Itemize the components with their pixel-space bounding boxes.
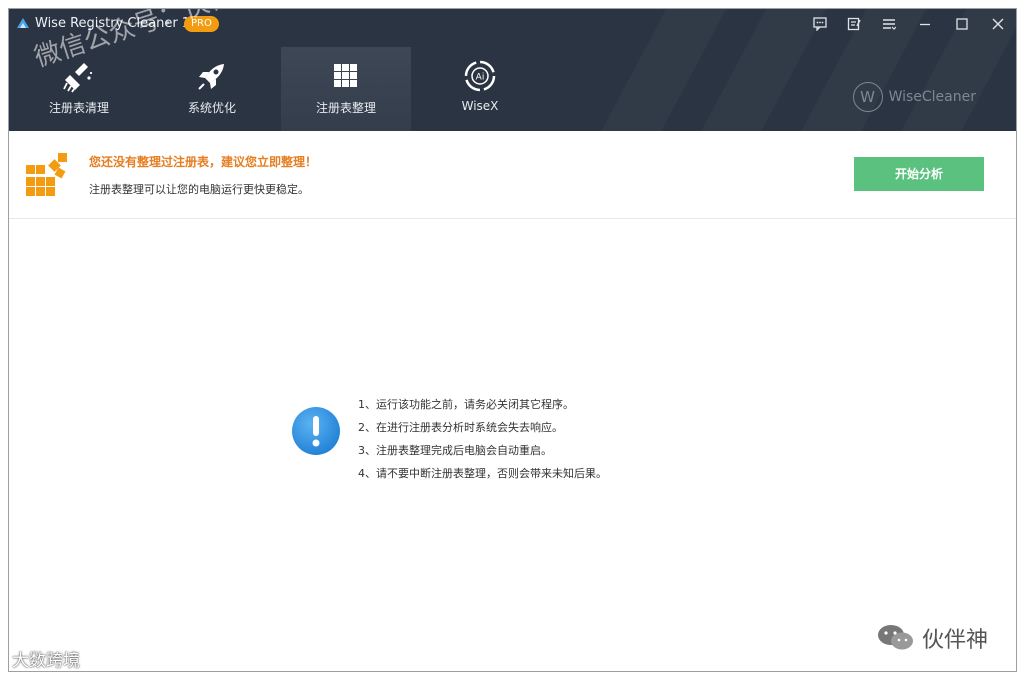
- nav-label-registry-cleaner: 注册表清理: [48, 101, 109, 115]
- nav-label-system-tuneup: 系统优化: [187, 101, 236, 115]
- notes-icon[interactable]: [843, 13, 865, 35]
- info-exclamation-icon: [292, 407, 340, 455]
- app-header: Wise Registry Cleaner 11 PRO 注册表清理 系统优化 …: [9, 9, 1016, 131]
- wisecleaner-logo-icon: W: [852, 82, 883, 112]
- defrag-banner: 您还没有整理过注册表，建议您立即整理！ 注册表整理可以让您的电脑运行更快更稳定。…: [9, 131, 1016, 219]
- ai-icon: Ai: [464, 60, 496, 92]
- minimize-icon[interactable]: [914, 13, 936, 35]
- nav-label-wisex: WiseX: [461, 99, 499, 113]
- nav-item-system-tuneup[interactable]: 系统优化: [147, 47, 277, 131]
- nav-label-registry-defrag: 注册表整理: [315, 101, 376, 115]
- nav-item-registry-defrag[interactable]: 注册表整理: [281, 47, 411, 131]
- app-logo-icon: [17, 18, 29, 28]
- notice-item: 4、请不要中断注册表整理，否则会带来未知后果。: [358, 467, 607, 480]
- feedback-icon[interactable]: [809, 13, 831, 35]
- maximize-icon[interactable]: [951, 13, 973, 35]
- wechat-icon: [878, 625, 913, 650]
- banner-subtitle: 注册表整理可以让您的电脑运行更快更稳定。: [89, 183, 309, 196]
- brand-label: WiseCleaner: [888, 89, 976, 105]
- notice-list: 1、运行该功能之前，请务必关闭其它程序。 2、在进行注册表分析时系统会失去响应。…: [358, 393, 607, 485]
- notice-panel: 1、运行该功能之前，请务必关闭其它程序。 2、在进行注册表分析时系统会失去响应。…: [291, 393, 691, 483]
- notice-item: 2、在进行注册表分析时系统会失去响应。: [358, 421, 563, 434]
- rocket-icon: [198, 64, 224, 90]
- blocks-icon: [334, 64, 357, 87]
- watermark-bottom-right: 伙伴神: [876, 622, 988, 654]
- nav-item-wisex[interactable]: Ai WiseX: [415, 47, 545, 131]
- svg-text:Ai: Ai: [476, 73, 485, 83]
- notice-item: 1、运行该功能之前，请务必关闭其它程序。: [358, 398, 574, 411]
- defrag-blocks-icon: [26, 153, 67, 196]
- close-icon[interactable]: [987, 13, 1009, 35]
- banner-title: 您还没有整理过注册表，建议您立即整理！: [89, 155, 318, 169]
- menu-icon[interactable]: [878, 13, 900, 35]
- app-window: Wise Registry Cleaner 11 PRO 注册表清理 系统优化 …: [8, 8, 1017, 672]
- wisecleaner-brand[interactable]: W WiseCleaner: [852, 82, 976, 112]
- start-analysis-button[interactable]: 开始分析: [854, 157, 984, 191]
- watermark-bottom-left: 大数跨境: [12, 651, 80, 671]
- notice-item: 3、注册表整理完成后电脑会自动重启。: [358, 444, 552, 457]
- watermark-bottom-right-label: 伙伴神: [922, 628, 989, 653]
